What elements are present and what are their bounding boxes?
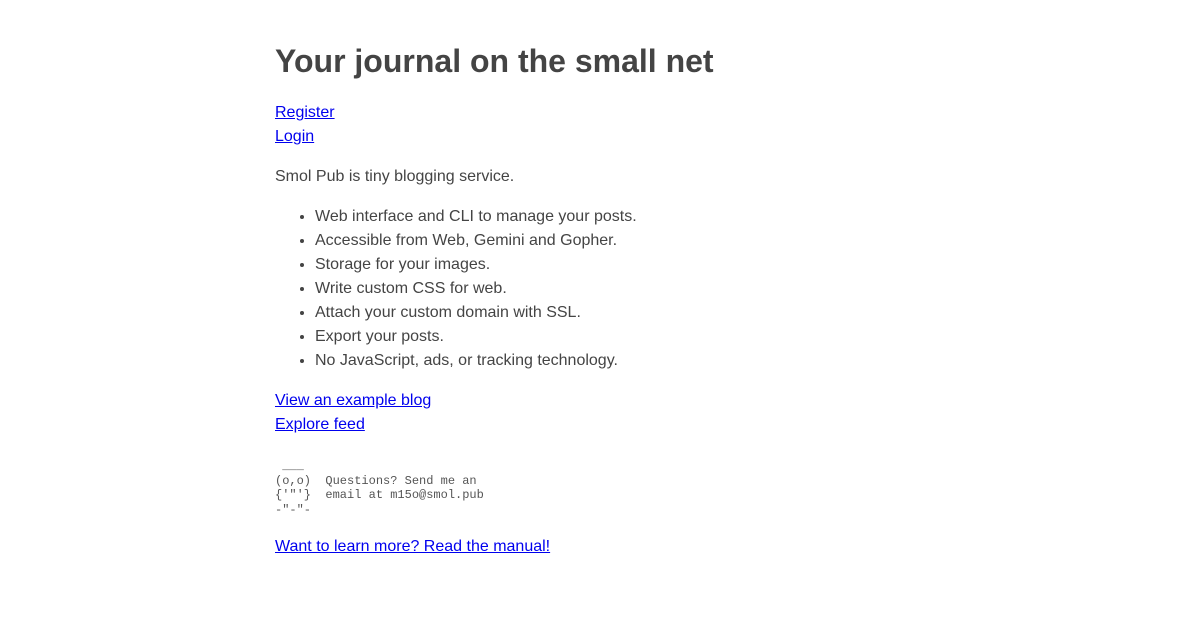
feature-item: Write custom CSS for web.: [315, 277, 925, 301]
intro-text: Smol Pub is tiny blogging service.: [275, 168, 515, 185]
feature-item: Attach your custom domain with SSL.: [315, 301, 925, 325]
auth-links: Register Login: [275, 101, 925, 149]
explore-links: View an example blog Explore feed: [275, 389, 925, 437]
feature-item: No JavaScript, ads, or tracking technolo…: [315, 349, 925, 373]
register-link[interactable]: Register: [275, 101, 925, 125]
example-blog-link[interactable]: View an example blog: [275, 389, 925, 413]
explore-feed-link[interactable]: Explore feed: [275, 413, 925, 437]
main-content: Your journal on the small net Register L…: [275, 0, 925, 559]
login-link[interactable]: Login: [275, 125, 925, 149]
page-title: Your journal on the small net: [275, 43, 714, 79]
manual-link[interactable]: Want to learn more? Read the manual!: [275, 535, 925, 559]
feature-item: Accessible from Web, Gemini and Gopher.: [315, 229, 925, 253]
feature-item: Storage for your images.: [315, 253, 925, 277]
ascii-art-contact: ___ (o,o) Questions? Send me an {'"'} em…: [275, 459, 484, 517]
feature-list: Web interface and CLI to manage your pos…: [275, 205, 925, 373]
feature-item: Export your posts.: [315, 325, 925, 349]
feature-item: Web interface and CLI to manage your pos…: [315, 205, 925, 229]
